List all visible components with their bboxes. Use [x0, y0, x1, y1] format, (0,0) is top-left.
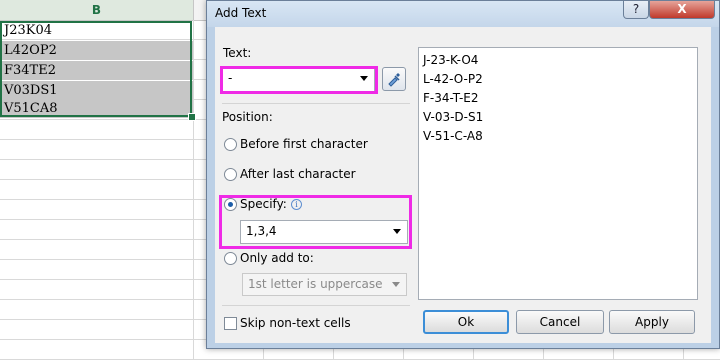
column-header-b[interactable]: B: [0, 0, 194, 21]
radio-after-last[interactable]: [224, 168, 237, 181]
preview-line: L-42-O-P2: [423, 72, 483, 86]
selection-border: [0, 21, 192, 117]
only-add-to-combobox[interactable]: 1st letter is uppercase: [242, 273, 407, 296]
symbol-picker-button[interactable]: [382, 67, 406, 91]
dialog-titlebar[interactable]: Add Text ? X: [207, 1, 719, 27]
column-header-label: B: [91, 3, 102, 17]
radio-before-first-label[interactable]: Before first character: [240, 137, 368, 151]
close-button[interactable]: X: [649, 1, 715, 19]
preview-line: J-23-K-O4: [423, 53, 479, 67]
group-divider: [222, 103, 410, 104]
preview-line: V-03-D-S1: [423, 110, 484, 124]
radio-only-add-to[interactable]: [224, 252, 237, 265]
dropdown-arrow-icon: [392, 282, 400, 287]
help-button[interactable]: ?: [623, 1, 649, 19]
position-label: Position:: [222, 110, 273, 124]
preview-pane: J-23-K-O4 L-42-O-P2 F-34-T-E2 V-03-D-S1 …: [418, 47, 698, 300]
eyedropper-icon: [388, 73, 400, 87]
preview-line: F-34-T-E2: [423, 91, 479, 105]
radio-after-last-label[interactable]: After last character: [240, 167, 356, 181]
specify-highlight-box: [219, 195, 412, 249]
only-add-to-combobox-value: 1st letter is uppercase: [248, 277, 383, 291]
group-divider: [222, 305, 410, 306]
ok-button[interactable]: Ok: [423, 310, 509, 334]
cancel-button[interactable]: Cancel: [516, 310, 604, 334]
fill-handle[interactable]: [188, 113, 196, 121]
skip-non-text-label[interactable]: Skip non-text cells: [240, 316, 351, 330]
dialog-title: Add Text: [215, 6, 267, 20]
text-label: Text:: [223, 46, 252, 60]
radio-only-add-to-label[interactable]: Only add to:: [240, 251, 314, 265]
apply-button[interactable]: Apply: [609, 310, 695, 334]
preview-line: V-51-C-A8: [423, 129, 483, 143]
text-highlight-box: [220, 66, 378, 94]
skip-non-text-checkbox[interactable]: [224, 317, 237, 330]
radio-before-first[interactable]: [224, 138, 237, 151]
